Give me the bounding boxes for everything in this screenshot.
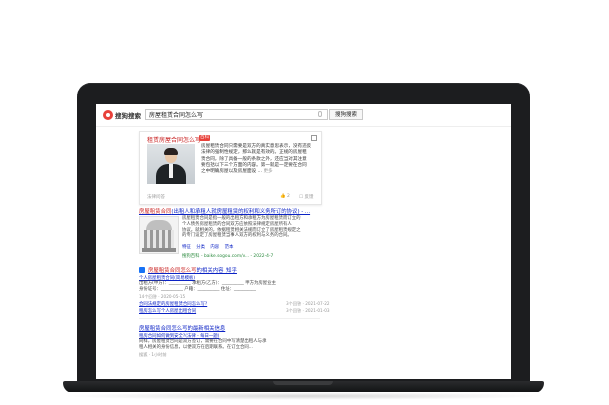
tag-content[interactable]: 内容 <box>210 245 219 250</box>
result-2-title[interactable]: 房屋租赁合同怎么写的相关内容_知乎 <box>148 266 237 274</box>
logo-text: 搜狗搜索 <box>115 112 141 120</box>
result-1-title[interactable]: 房屋租赁合同(出租人和承租人就房屋租赁的权利和义务所订的协议) - ... <box>139 207 310 215</box>
result-2-link-2-meta: 3个回答 · 2021-07-22 <box>286 301 330 306</box>
tag-template[interactable]: 范本 <box>225 245 234 250</box>
result-1-thumbnail[interactable] <box>139 216 179 254</box>
result-1-tags: 特征 分类 内容 范本 <box>182 244 237 250</box>
search-input[interactable]: 房屋租赁合同怎么写 <box>145 109 328 120</box>
result-3-title[interactable]: 房屋租赁合同怎么写的最新相关信息 <box>139 324 225 332</box>
search-header: 搜狗搜索 房屋租赁合同怎么写 搜狗搜索 <box>96 104 511 127</box>
laptop-shadow <box>60 392 547 400</box>
result-2-link-2[interactable]: 合同法规定的房屋租赁合同怎么写? <box>139 301 207 307</box>
result-1-snippet: 房屋租赁合同是指一般的出租方和承租方为房屋租赁而订立的 个人债务房屋租赁的合同双… <box>182 216 301 239</box>
answer-card-badge: 百科 <box>199 135 210 141</box>
microphone-icon[interactable] <box>318 111 322 117</box>
zhihu-icon <box>139 267 145 273</box>
result-3-snippet: 同样，房屋租赁合同是双方签订，需要在合同中写清楚出租人与承 租人相关的身份信息，… <box>139 339 267 350</box>
answer-source: 法律问答 <box>147 195 165 200</box>
laptop-lid: 搜狗搜索 房屋租赁合同怎么写 搜狗搜索 租赁房屋合同怎么写 百科 房屋租赁合同只… <box>77 83 530 385</box>
result-2-link-3[interactable]: 租房怎么写个人房屋出租合同 <box>139 308 196 314</box>
more-link[interactable]: 更多 <box>263 169 272 174</box>
laptop-frame: 搜狗搜索 房屋租赁合同怎么写 搜狗搜索 租赁房屋合同怎么写 百科 房屋租赁合同只… <box>63 83 544 393</box>
result-2-meta: 14个回答 · 2020-05-15 <box>139 294 186 299</box>
tag-category[interactable]: 分类 <box>196 245 205 250</box>
laptop-screen: 搜狗搜索 房屋租赁合同怎么写 搜狗搜索 租赁房屋合同怎么写 百科 房屋租赁合同只… <box>96 104 511 379</box>
result-2-link-3-meta: 3个回答 · 2021-01-03 <box>286 308 330 313</box>
answer-card-title[interactable]: 租赁房屋合同怎么写 <box>147 135 201 144</box>
divider <box>139 318 320 319</box>
share-icon[interactable] <box>311 135 317 141</box>
like-button[interactable]: 👍 2 <box>280 194 290 199</box>
answer-card-text: 房屋租赁合同只需要是双方的真实意思表示，没有违反 法律的强制性规定，那么就是有效… <box>201 144 312 175</box>
sogou-logo[interactable]: 搜狗搜索 <box>103 109 141 121</box>
result-2-snippet: 出租方(甲方)：__________ 承租方(乙方)：__________ 甲方… <box>139 281 276 292</box>
search-button[interactable]: 搜狗搜索 <box>329 109 363 120</box>
result-3-meta: 搜狐 · 1小时前 <box>139 352 167 357</box>
feedback-button[interactable]: ☐ 反馈 <box>299 194 313 200</box>
result-1-url[interactable]: 搜狗百科 - baike.sogou.com/v... - 2022-4-7 <box>182 253 273 259</box>
answer-card: 租赁房屋合同怎么写 百科 房屋租赁合同只需要是双方的真实意思表示，没有违反 法律… <box>139 131 322 205</box>
sogou-logo-icon <box>103 110 113 120</box>
tag-feature[interactable]: 特征 <box>182 245 191 250</box>
expert-photo <box>147 144 195 184</box>
